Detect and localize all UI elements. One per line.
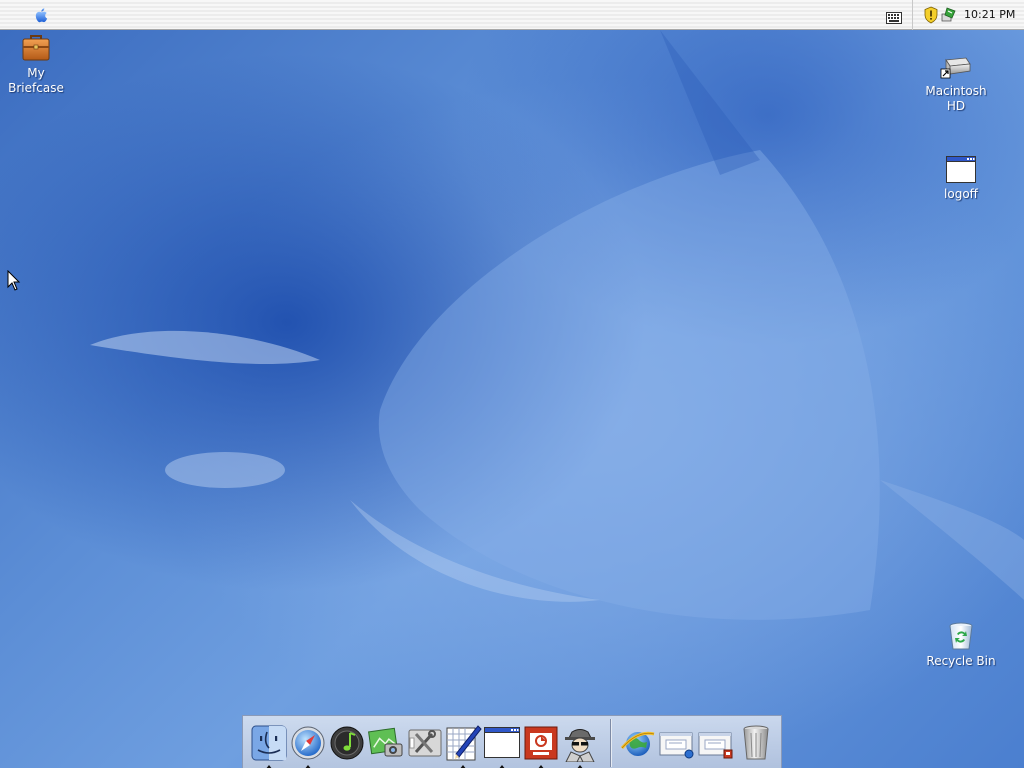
powerpoint-icon xyxy=(524,726,558,760)
network-window-dock-item[interactable] xyxy=(658,724,696,764)
aqua-wallpaper xyxy=(0,0,1024,768)
window-icon xyxy=(946,156,976,183)
spy-agent-icon xyxy=(565,729,595,762)
text-editor-icon xyxy=(446,725,482,761)
network-window-icon xyxy=(659,732,694,759)
recycle-bin-icon xyxy=(949,622,973,650)
desktop[interactable]: 10:21 PM My Briefcase Macintosh HD logof… xyxy=(0,0,1024,768)
desktop-icon-label: logoff xyxy=(944,187,978,201)
recycle-bin-desktop-icon[interactable]: Recycle Bin xyxy=(921,620,1001,669)
internet-explorer-dock-item[interactable] xyxy=(619,724,657,764)
desktop-icon-label: Recycle Bin xyxy=(926,654,996,668)
finder-icon xyxy=(251,725,287,761)
finder-dock-item[interactable] xyxy=(250,724,288,768)
spy-agent-dock-item[interactable] xyxy=(561,724,599,768)
dock xyxy=(242,715,782,768)
iphoto-icon xyxy=(368,727,403,757)
system-tools-dock-item[interactable] xyxy=(406,724,444,764)
menu-bar: 10:21 PM xyxy=(0,0,1024,30)
internet-explorer-icon xyxy=(620,731,655,756)
security-shield-icon[interactable] xyxy=(923,6,939,24)
network-status-icon[interactable] xyxy=(941,6,957,24)
mouse-pointer-icon xyxy=(7,270,21,291)
clock[interactable]: 10:21 PM xyxy=(964,8,1015,21)
trash-icon xyxy=(743,725,769,760)
presentation-window-dock-item[interactable] xyxy=(697,724,735,764)
hard-drive-icon xyxy=(940,57,971,79)
safari-compass-icon xyxy=(291,726,325,760)
macintosh-hd-desktop-icon[interactable]: Macintosh HD xyxy=(916,52,996,114)
desktop-icon-label: Macintosh HD xyxy=(925,84,987,113)
presentation-window-icon xyxy=(698,732,733,759)
itunes-icon xyxy=(330,726,364,760)
window-app-icon xyxy=(484,727,520,758)
window-app-dock-item[interactable] xyxy=(483,724,521,768)
desktop-icon-label: My Briefcase xyxy=(8,66,64,95)
my-briefcase-desktop-icon[interactable]: My Briefcase xyxy=(0,32,76,96)
logoff-desktop-icon[interactable]: logoff xyxy=(921,155,1001,202)
briefcase-icon xyxy=(22,35,50,61)
iphoto-dock-item[interactable] xyxy=(367,724,405,764)
apple-logo-icon[interactable] xyxy=(33,6,51,24)
system-tools-icon xyxy=(408,729,442,757)
powerpoint-dock-item[interactable] xyxy=(522,724,560,768)
trash-dock-item[interactable] xyxy=(737,724,775,764)
keyboard-icon[interactable] xyxy=(886,9,902,24)
itunes-dock-item[interactable] xyxy=(328,724,366,764)
dock-separator xyxy=(610,719,612,767)
safari-dock-item[interactable] xyxy=(289,724,327,768)
text-editor-dock-item[interactable] xyxy=(444,724,482,768)
